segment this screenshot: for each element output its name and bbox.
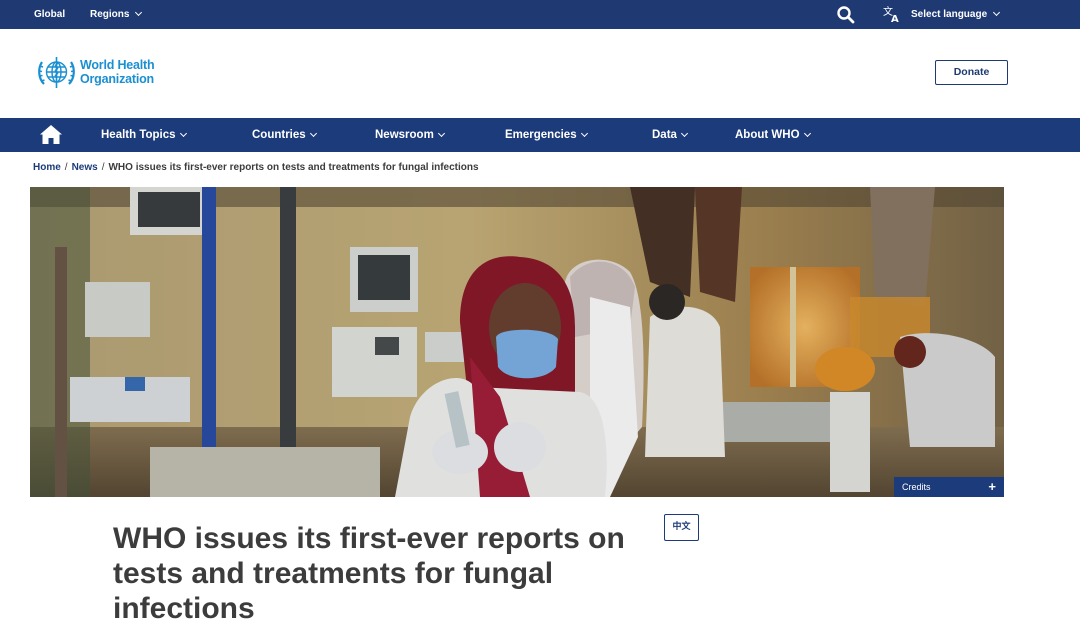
global-link[interactable]: Global [34, 0, 65, 29]
breadcrumb: Home / News / WHO issues its first-ever repo… [33, 162, 479, 173]
language-label: Select language [911, 9, 988, 20]
plus-icon: + [988, 479, 996, 494]
chevron-down-icon [135, 8, 143, 17]
chevron-down-icon [680, 129, 688, 138]
nav-health-topics[interactable]: Health Topics [101, 118, 187, 152]
logo-line-1: World Health [80, 58, 155, 72]
search-icon[interactable] [836, 5, 856, 25]
credits-label: Credits [902, 482, 931, 492]
nav-about-who[interactable]: About WHO [735, 118, 811, 152]
breadcrumb-news-link[interactable]: News [72, 162, 98, 173]
site-header: World Health Organization Donate [0, 29, 1080, 118]
translate-icon[interactable]: 文 A [882, 4, 902, 24]
top-utility-bar: Global Regions 文 A Select language [0, 0, 1080, 29]
nav-label: About WHO [735, 129, 800, 141]
hospital-ward-photo [30, 187, 1004, 497]
nav-label: Emergencies [505, 129, 577, 141]
home-icon[interactable] [39, 124, 63, 145]
chevron-down-icon [803, 129, 811, 138]
who-emblem-icon [38, 57, 75, 88]
svg-text:A: A [891, 14, 899, 24]
who-logo[interactable]: World Health Organization [36, 54, 166, 94]
language-selector[interactable]: Select language [911, 0, 1001, 29]
main-navigation: Health Topics Countries Newsroom Emergen… [0, 118, 1080, 152]
chevron-down-icon [179, 129, 187, 138]
nav-data[interactable]: Data [652, 118, 688, 152]
nav-newsroom[interactable]: Newsroom [375, 118, 445, 152]
breadcrumb-home-link[interactable]: Home [33, 162, 61, 173]
nav-emergencies[interactable]: Emergencies [505, 118, 588, 152]
nav-label: Countries [252, 129, 306, 141]
logo-line-2: Organization [80, 72, 154, 86]
article-title: WHO issues its first-ever reports on tes… [113, 522, 625, 625]
chevron-down-icon [309, 129, 317, 138]
hero-image [30, 187, 1004, 497]
chevron-down-icon [580, 129, 588, 138]
credits-toggle[interactable]: Credits + [894, 477, 1004, 497]
language-switch-chinese-button[interactable]: 中文 [664, 514, 699, 541]
breadcrumb-separator: / [101, 162, 105, 173]
chevron-down-icon [437, 129, 445, 138]
nav-label: Newsroom [375, 129, 434, 141]
regions-dropdown[interactable]: Regions [90, 0, 143, 29]
regions-label: Regions [90, 9, 130, 20]
logo-wordmark: World Health Organization [80, 58, 155, 86]
donate-button[interactable]: Donate [935, 60, 1008, 85]
nav-countries[interactable]: Countries [252, 118, 317, 152]
nav-label: Health Topics [101, 129, 176, 141]
breadcrumb-current: WHO issues its first-ever reports on tes… [108, 162, 479, 173]
breadcrumb-separator: / [64, 162, 68, 173]
chevron-down-icon [993, 8, 1001, 17]
nav-label: Data [652, 129, 677, 141]
